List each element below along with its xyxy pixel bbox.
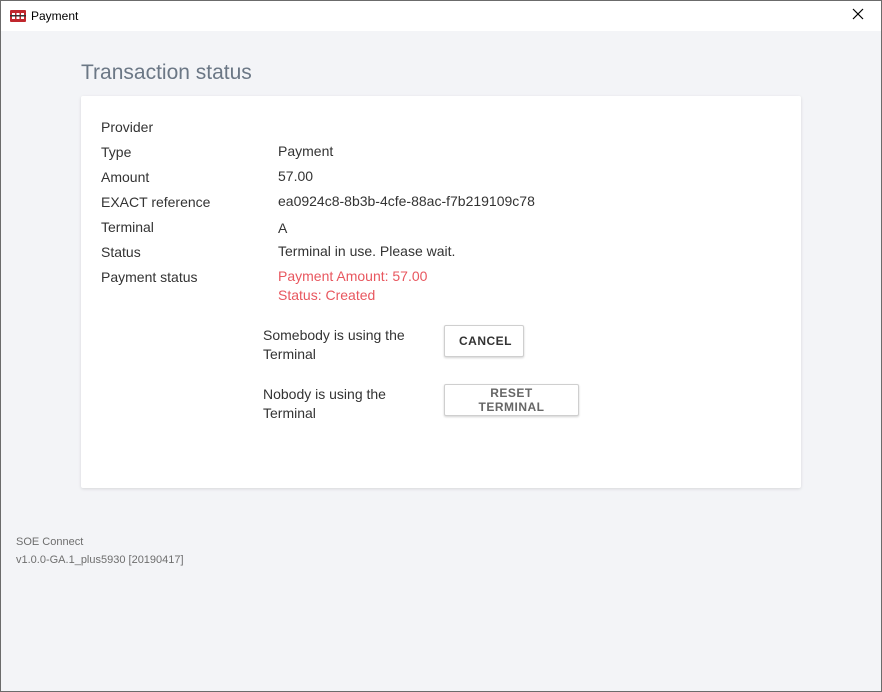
payment-amount-line: Payment Amount: 57.00 bbox=[278, 268, 428, 284]
type-label: Type bbox=[101, 144, 132, 160]
status-label: Status bbox=[101, 244, 141, 260]
close-button[interactable] bbox=[835, 1, 881, 31]
payment-window: Payment Transaction status Provider Type… bbox=[0, 0, 882, 692]
footer-version: v1.0.0-GA.1_plus5930 [20190417] bbox=[16, 554, 184, 566]
page-title: Transaction status bbox=[81, 61, 252, 84]
provider-label: Provider bbox=[101, 119, 154, 135]
somebody-using-terminal-text: Somebody is using the Terminal bbox=[263, 327, 405, 362]
window-title: Payment bbox=[31, 9, 79, 23]
exact-reference-label: EXACT reference bbox=[101, 194, 211, 210]
cancel-button[interactable]: CANCEL bbox=[444, 325, 524, 357]
title-bar[interactable]: Payment bbox=[1, 1, 881, 31]
terminal-value: A bbox=[278, 220, 288, 236]
soe-app-icon bbox=[10, 8, 26, 24]
nobody-using-terminal-text: Nobody is using the Terminal bbox=[263, 386, 386, 421]
reset-terminal-button[interactable]: RESET TERMINAL bbox=[444, 384, 579, 416]
transaction-status-card: Provider Type Payment Amount 57.00 EXACT… bbox=[81, 96, 801, 488]
terminal-label: Terminal bbox=[101, 219, 154, 235]
amount-value: 57.00 bbox=[278, 168, 314, 184]
status-value: Terminal in use. Please wait. bbox=[278, 243, 456, 259]
amount-label: Amount bbox=[101, 169, 150, 185]
payment-status-line: Status: Created bbox=[278, 287, 376, 303]
close-icon bbox=[852, 7, 864, 25]
footer-app-name: SOE Connect bbox=[16, 536, 84, 548]
exact-reference-value: ea0924c8-8b3b-4cfe-88ac-f7b219109c78 bbox=[278, 193, 535, 209]
payment-status-label: Payment status bbox=[101, 269, 198, 285]
type-value: Payment bbox=[278, 143, 334, 159]
